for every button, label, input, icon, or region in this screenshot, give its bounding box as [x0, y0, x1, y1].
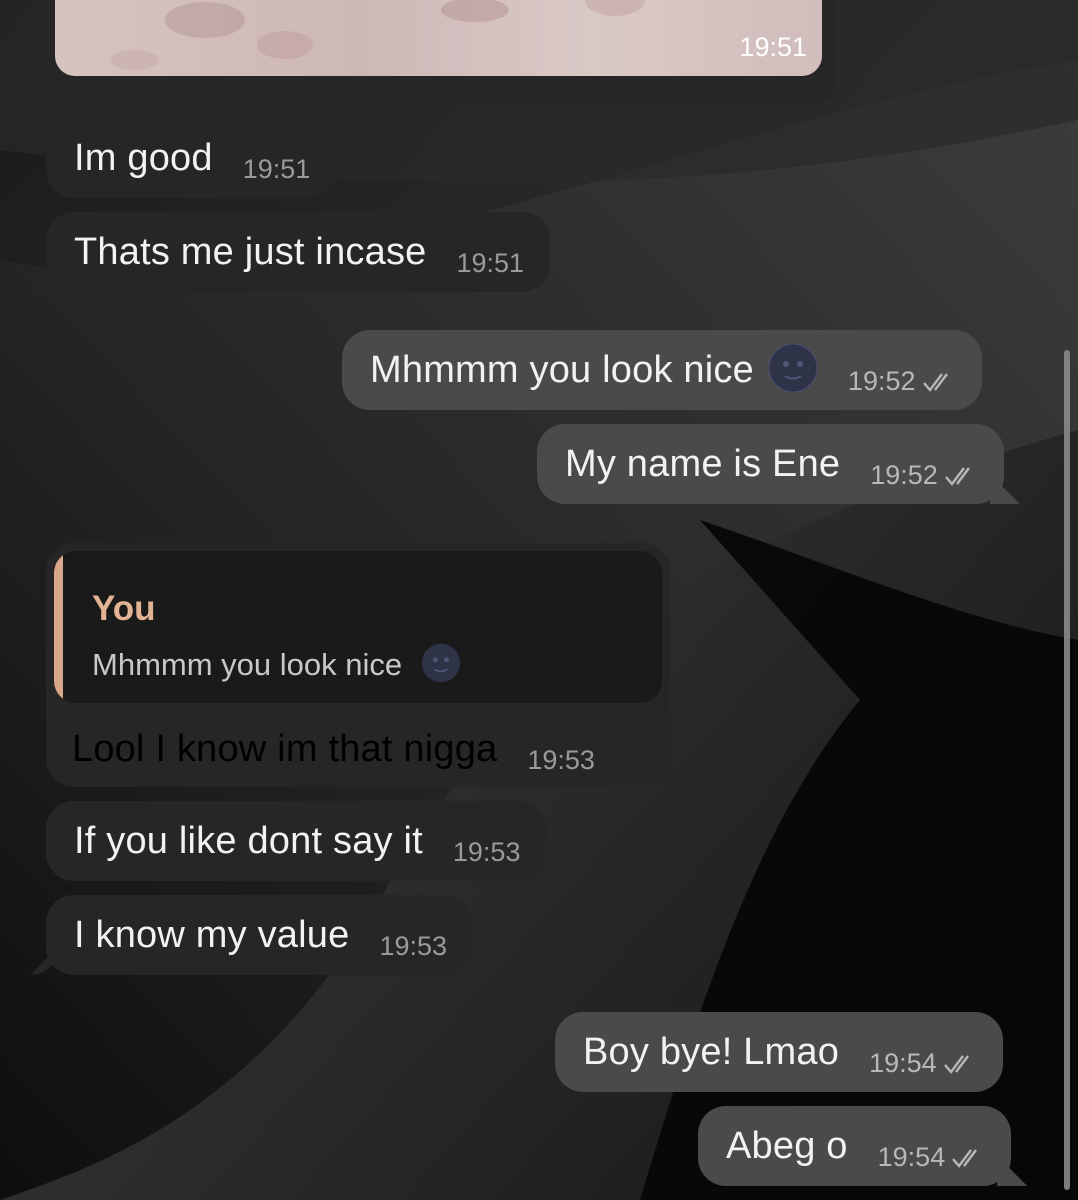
- double-check-icon: [952, 1149, 978, 1169]
- message-time: 19:53: [379, 930, 448, 961]
- message-time: 19:51: [456, 247, 525, 278]
- photo-time: 19:51: [739, 32, 807, 62]
- message-text: My name is Ene: [565, 442, 841, 485]
- message-bubble-incoming[interactable]: Im good 19:51: [46, 118, 337, 198]
- reply-accent-bar: [54, 551, 63, 703]
- message-time: 19:52: [870, 460, 978, 491]
- message-text: Boy bye! Lmao: [583, 1030, 840, 1073]
- message-bubble-incoming-reply[interactable]: You Mhmmm you look nice Lool I know im t…: [46, 543, 670, 787]
- message-bubble-incoming[interactable]: If you like dont say it 19:53: [46, 801, 547, 881]
- message-text: I know my value: [74, 913, 350, 956]
- new-moon-face-icon: [768, 343, 818, 398]
- double-check-icon: [944, 467, 970, 487]
- message-text: Im good: [74, 136, 213, 179]
- message-bubble-outgoing[interactable]: Mhmmm you look nice 19:52: [342, 330, 982, 410]
- message-text: Thats me just incase: [74, 230, 427, 273]
- message-text: If you like dont say it: [74, 819, 423, 862]
- double-check-icon: [943, 1055, 969, 1075]
- message-time: 19:52: [848, 366, 956, 397]
- reply-author: You: [92, 589, 156, 628]
- double-check-icon: [922, 373, 948, 393]
- reply-snippet: Mhmmm you look nice: [92, 643, 461, 691]
- message-bubble-outgoing[interactable]: My name is Ene 19:52: [537, 424, 1004, 504]
- message-time: 19:54: [878, 1142, 986, 1173]
- photo-message[interactable]: 19:51: [40, 0, 837, 105]
- photo-thumbnail[interactable]: [55, 0, 822, 76]
- scrollbar[interactable]: [1064, 350, 1070, 1190]
- message-text: Mhmmm you look nice: [370, 348, 754, 391]
- message-time: 19:53: [527, 745, 595, 775]
- message-text: Abeg o: [726, 1124, 848, 1167]
- reply-body: Lool I know im that nigga 19:53: [72, 723, 595, 776]
- message-bubble-incoming[interactable]: Thats me just incase 19:51: [46, 212, 551, 292]
- message-bubble-incoming[interactable]: I know my value 19:53: [46, 895, 474, 975]
- message-time: 19:54: [869, 1048, 977, 1079]
- message-bubble-outgoing[interactable]: Abeg o 19:54: [698, 1106, 1012, 1186]
- message-time: 19:51: [242, 153, 311, 184]
- message-time: 19:53: [452, 836, 521, 867]
- message-bubble-outgoing[interactable]: Boy bye! Lmao 19:54: [555, 1012, 1003, 1092]
- reply-quote[interactable]: You Mhmmm you look nice: [54, 551, 662, 703]
- new-moon-face-icon: [421, 643, 461, 691]
- message-text: Lool I know im that nigga: [72, 728, 498, 770]
